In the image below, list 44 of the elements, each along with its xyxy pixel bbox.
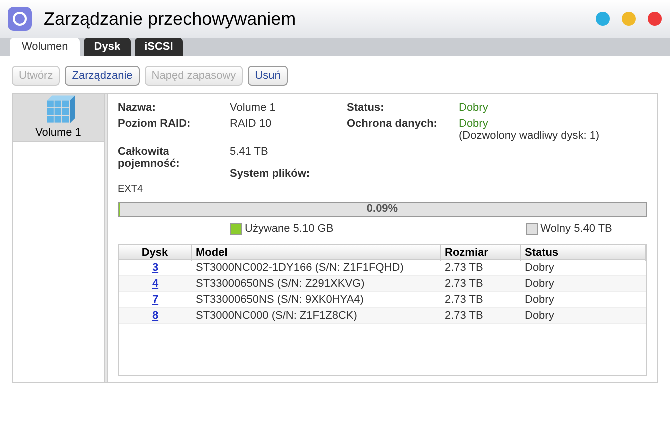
status-value: Dobry (459, 102, 490, 114)
field-label: Status: (347, 102, 386, 114)
field-label: Całkowita pojemność: (118, 146, 181, 172)
disk-link[interactable]: 8 (152, 308, 159, 324)
table-cell-text: ST33000650NS (S/N: 9XK0HYA4) (195, 292, 365, 308)
field-label: System plików: (230, 168, 312, 180)
table-cell-text: ST3000NC002-1DY166 (S/N: Z1F1FQHD) (195, 260, 405, 276)
disk-link[interactable]: 3 (152, 260, 159, 276)
table-cell-text: 2.73 TB (444, 276, 484, 292)
table-cell-text: Dobry (524, 260, 556, 276)
volume-item[interactable]: Volume 1 (13, 94, 104, 142)
field-value: RAID 10 (230, 118, 273, 132)
table-cell-text: ST33000650NS (S/N: Z291XKVG) (195, 276, 366, 292)
table-cell-text: Dobry (524, 292, 556, 308)
tab[interactable]: Dysk (84, 38, 131, 56)
table-cell-text: 2.73 TB (444, 260, 484, 276)
field-label: Ochrona danych: (347, 118, 438, 132)
disk-link[interactable]: 4 (152, 276, 159, 292)
tab[interactable]: iSCSI (134, 38, 184, 56)
usage-percent: 0.09% (366, 202, 398, 218)
toolbar-button[interactable]: Usuń (248, 66, 288, 86)
volume-label: Volume 1 (36, 126, 82, 140)
app-icon (8, 7, 32, 31)
tab[interactable]: Wolumen (10, 38, 80, 56)
table-cell-text: 2.73 TB (444, 292, 484, 308)
legend-label: Używane 5.10 GB (245, 222, 334, 237)
table-cell-text: 2.73 TB (444, 308, 484, 324)
legend-label: Wolny 5.40 TB (540, 222, 612, 237)
field-value: Volume 1 (230, 102, 277, 114)
toolbar-button[interactable]: Zarządzanie (65, 66, 140, 86)
field-note: (Dozwolony wadliwy dysk: 1) (459, 130, 601, 142)
help-button[interactable] (596, 12, 610, 26)
close-button[interactable] (648, 12, 662, 26)
table-cell-text: Dobry (524, 308, 556, 324)
disk-link[interactable]: 7 (152, 292, 159, 308)
field-value: EXT4 (118, 184, 144, 196)
table-cell-text: ST3000NC000 (S/N: Z1F1Z8CK) (195, 308, 358, 324)
status-value: Dobry (459, 118, 490, 130)
window-title: Zarządzanie przechowywaniem (44, 8, 296, 31)
field-label: Nazwa: (118, 102, 157, 114)
minimize-button[interactable] (622, 12, 636, 26)
table-cell-text: Dobry (524, 276, 556, 292)
field-value: 5.41 TB (230, 146, 270, 158)
field-label: Poziom RAID: (118, 118, 192, 132)
